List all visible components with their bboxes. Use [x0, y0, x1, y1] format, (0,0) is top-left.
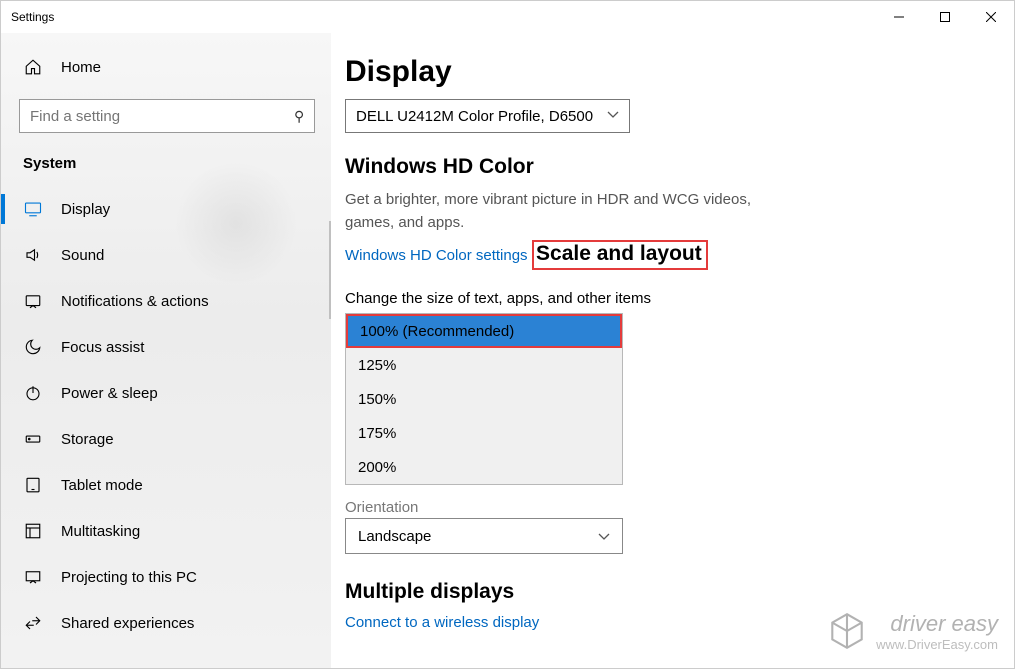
chevron-down-icon: [598, 528, 610, 545]
page-title: Display: [345, 55, 984, 89]
multiple-displays-heading: Multiple displays: [345, 580, 984, 604]
window-controls: [876, 1, 1014, 33]
scale-option-200[interactable]: 200%: [346, 450, 622, 484]
focus-assist-icon: [23, 337, 43, 357]
sidebar-item-label: Focus assist: [61, 339, 144, 356]
scale-option-150[interactable]: 150%: [346, 382, 622, 416]
projecting-icon: [23, 567, 43, 587]
color-profile-dropdown[interactable]: DELL U2412M Color Profile, D6500: [345, 99, 630, 133]
orientation-dropdown[interactable]: Landscape: [345, 518, 623, 554]
sidebar-item-label: Storage: [61, 431, 114, 448]
sidebar-category: System: [1, 147, 331, 186]
sidebar-item-label: Power & sleep: [61, 385, 158, 402]
sidebar-item-focus-assist[interactable]: Focus assist: [1, 324, 331, 370]
sidebar-item-sound[interactable]: Sound: [1, 232, 331, 278]
display-icon: [23, 199, 43, 219]
sidebar: Home ⚲ System Display Sound Notification…: [1, 33, 331, 668]
storage-icon: [23, 429, 43, 449]
orientation-value: Landscape: [358, 528, 431, 545]
watermark-url: www.DriverEasy.com: [876, 637, 998, 652]
sidebar-item-tablet[interactable]: Tablet mode: [1, 462, 331, 508]
scale-label: Change the size of text, apps, and other…: [345, 290, 984, 307]
multitasking-icon: [23, 521, 43, 541]
sidebar-item-notifications[interactable]: Notifications & actions: [1, 278, 331, 324]
scale-option-125[interactable]: 125%: [346, 348, 622, 382]
sidebar-item-display[interactable]: Display: [1, 186, 331, 232]
sidebar-item-label: Display: [61, 201, 110, 218]
sidebar-item-shared[interactable]: Shared experiences: [1, 600, 331, 646]
scale-option-175[interactable]: 175%: [346, 416, 622, 450]
nav-home-label: Home: [61, 59, 101, 76]
wireless-display-link[interactable]: Connect to a wireless display: [345, 614, 539, 631]
color-profile-value: DELL U2412M Color Profile, D6500: [356, 108, 593, 125]
shared-icon: [23, 613, 43, 633]
sidebar-item-label: Projecting to this PC: [61, 569, 197, 586]
titlebar: Settings: [1, 1, 1014, 33]
main-content: Display DELL U2412M Color Profile, D6500…: [331, 33, 1014, 668]
search-icon: ⚲: [294, 108, 304, 125]
hd-color-link[interactable]: Windows HD Color settings: [345, 247, 528, 264]
scale-option-100[interactable]: 100% (Recommended): [346, 314, 622, 348]
orientation-label: Orientation: [345, 499, 984, 516]
sound-icon: [23, 245, 43, 265]
sidebar-item-multitasking[interactable]: Multitasking: [1, 508, 331, 554]
sidebar-item-power[interactable]: Power & sleep: [1, 370, 331, 416]
maximize-button[interactable]: [922, 1, 968, 33]
hd-color-heading: Windows HD Color: [345, 155, 984, 179]
sidebar-item-label: Notifications & actions: [61, 293, 209, 310]
nav-home[interactable]: Home: [1, 45, 331, 89]
sidebar-item-label: Tablet mode: [61, 477, 143, 494]
notifications-icon: [23, 291, 43, 311]
watermark-cube-icon: [826, 610, 868, 652]
watermark-brand: driver easy: [890, 611, 998, 636]
hd-color-desc: Get a brighter, more vibrant picture in …: [345, 189, 765, 234]
chevron-down-icon: [607, 111, 619, 122]
sidebar-item-label: Shared experiences: [61, 615, 194, 632]
sidebar-item-label: Sound: [61, 247, 104, 264]
close-button[interactable]: [968, 1, 1014, 33]
sidebar-item-storage[interactable]: Storage: [1, 416, 331, 462]
watermark: driver easy www.DriverEasy.com: [826, 610, 998, 652]
minimize-button[interactable]: [876, 1, 922, 33]
scale-heading: Scale and layout: [536, 242, 702, 265]
sidebar-item-label: Multitasking: [61, 523, 140, 540]
window-title: Settings: [11, 10, 54, 24]
search-box[interactable]: ⚲: [19, 99, 315, 133]
scale-dropdown-open[interactable]: 100% (Recommended) 125% 150% 175% 200%: [345, 313, 623, 485]
tablet-icon: [23, 475, 43, 495]
home-icon: [23, 57, 43, 77]
sidebar-item-projecting[interactable]: Projecting to this PC: [1, 554, 331, 600]
search-input[interactable]: [30, 108, 260, 125]
scale-heading-highlight: Scale and layout: [532, 240, 708, 270]
power-icon: [23, 383, 43, 403]
